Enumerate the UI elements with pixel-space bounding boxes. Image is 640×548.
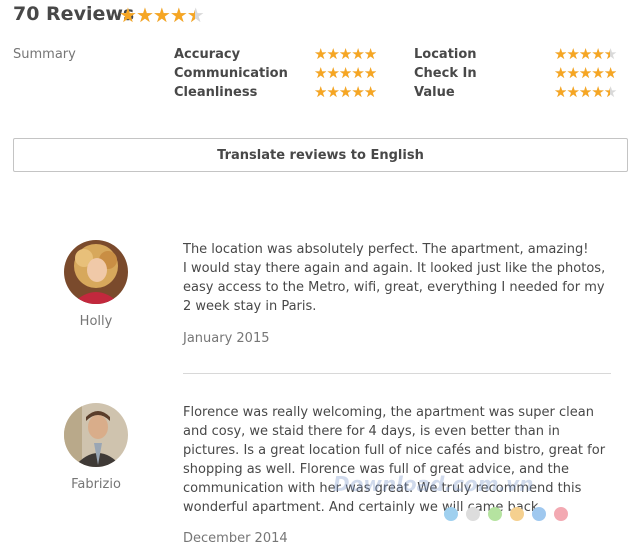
star-icon: ★★ — [338, 45, 352, 63]
watermark-logo: Download.com.vn — [333, 472, 534, 496]
review-text: The location was absolutely perfect. The… — [183, 240, 613, 316]
star-icon: ★★ — [603, 64, 617, 82]
star-icon: ★★ — [169, 3, 188, 27]
communication-stars: ★ ★ ★ ★ ★ ★ ★ ★ ★ ★ — [314, 64, 377, 82]
star-icon: ★★ — [338, 64, 352, 82]
star-icon: ★★ — [591, 83, 604, 101]
review-text-content: Florence was really welcoming, the apart… — [183, 405, 606, 515]
cleanliness-stars: ★ ★ ★ ★ ★ ★ ★ ★ ★ ★ — [314, 83, 377, 101]
star-icon: ★★ — [326, 45, 339, 63]
star-icon: ★★ — [578, 45, 592, 63]
star-icon: ★★ — [135, 3, 154, 27]
star-icon: ★★ — [119, 3, 137, 27]
reviewer-avatar-holly[interactable] — [64, 240, 128, 304]
summary-label: Summary — [13, 47, 76, 62]
star-icon: ★★ — [363, 64, 377, 82]
star-icon: ★★ — [351, 64, 364, 82]
category-label-communication: Communication — [174, 66, 288, 81]
star-icon: ★★ — [186, 3, 205, 27]
star-icon: ★★ — [578, 64, 592, 82]
star-icon: ★★ — [591, 64, 604, 82]
star-icon: ★★ — [554, 64, 567, 82]
watermark-dot — [554, 507, 568, 521]
watermark-dot — [444, 507, 458, 521]
star-icon: ★★ — [363, 45, 377, 63]
category-label-accuracy: Accuracy — [174, 47, 241, 62]
star-icon: ★★ — [351, 45, 364, 63]
value-stars: ★★★★★★★★★★ — [554, 83, 617, 101]
accuracy-stars: ★ ★ ★ ★ ★ ★ ★ ★ ★ ★ — [314, 45, 377, 63]
check-in-stars: ★ ★ ★ ★ ★ ★ ★ ★ ★ ★ — [554, 64, 617, 82]
review-date: December 2014 — [183, 531, 288, 546]
watermark-dot — [488, 507, 502, 521]
avatar-photo — [64, 403, 128, 467]
star-icon: ★★ — [566, 83, 579, 101]
star-icon: ★★ — [591, 45, 604, 63]
watermark-dot — [466, 507, 480, 521]
star-icon: ★★ — [338, 83, 352, 101]
star-icon: ★★ — [566, 64, 579, 82]
watermark-dot — [510, 507, 524, 521]
star-icon: ★★ — [326, 83, 339, 101]
star-icon: ★★ — [314, 64, 327, 82]
review-text-content: The location was absolutely perfect. The… — [183, 242, 606, 314]
location-stars: ★★★★★★★★★★ — [554, 45, 617, 63]
star-icon: ★★ — [314, 45, 327, 63]
watermark-dot — [532, 507, 546, 521]
star-icon: ★★ — [554, 45, 567, 63]
star-icon: ★★ — [603, 83, 617, 101]
star-icon: ★★ — [554, 83, 567, 101]
overall-rating-stars: ★★★★★★★★★★ — [119, 3, 205, 27]
star-icon: ★★ — [578, 83, 592, 101]
review-date: January 2015 — [183, 331, 270, 346]
avatar-photo — [64, 240, 128, 304]
translate-reviews-button[interactable]: Translate reviews to English — [13, 138, 628, 172]
star-icon: ★★ — [351, 83, 364, 101]
review-divider — [183, 373, 611, 374]
star-icon: ★★ — [314, 83, 327, 101]
category-label-cleanliness: Cleanliness — [174, 85, 258, 100]
star-icon: ★★ — [566, 45, 579, 63]
star-icon: ★★ — [152, 3, 171, 27]
reviewer-name[interactable]: Fabrizio — [46, 477, 146, 492]
review-text: Florence was really welcoming, the apart… — [183, 403, 613, 517]
category-label-value: Value — [414, 85, 455, 100]
category-label-location: Location — [414, 47, 477, 62]
reviewer-name[interactable]: Holly — [46, 314, 146, 329]
reviewer-avatar-fabrizio[interactable] — [64, 403, 128, 467]
reviews-count-title: 70 Reviews — [13, 3, 135, 25]
star-icon: ★★ — [363, 83, 377, 101]
star-icon: ★★ — [326, 64, 339, 82]
category-label-check-in: Check In — [414, 66, 477, 81]
star-icon: ★★ — [603, 45, 617, 63]
